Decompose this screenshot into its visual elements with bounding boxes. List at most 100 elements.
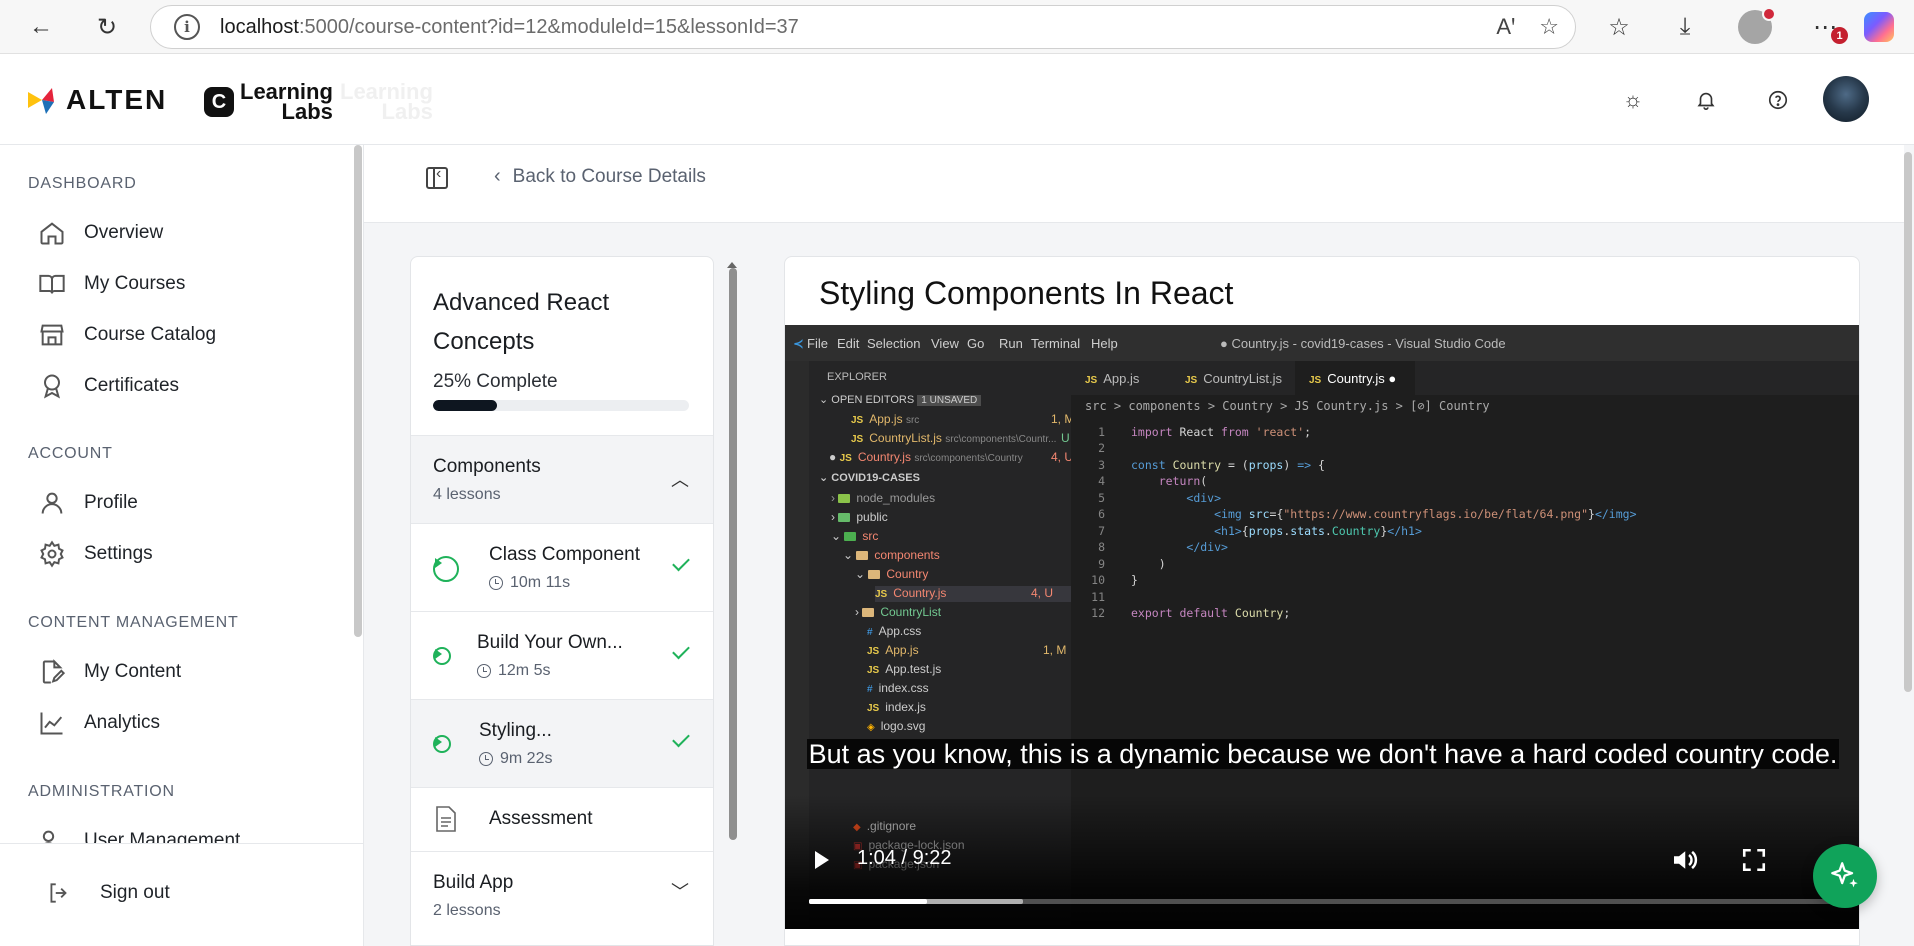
lesson-item[interactable]: Build Your Own... 12m 5s: [411, 611, 713, 699]
vscode-window-title: ● Country.js - covid19-cases - Visual St…: [1220, 336, 1506, 351]
signout-area: Sign out: [0, 843, 363, 946]
user-avatar[interactable]: [1823, 76, 1869, 122]
sidebar-item-my-courses[interactable]: My Courses: [38, 267, 185, 301]
sidebar-item-label: My Courses: [84, 273, 186, 294]
clock-icon: [479, 752, 493, 766]
module-build-app[interactable]: Build App 2 lessons ﹀: [411, 851, 713, 939]
sidebar-item-certificates[interactable]: Certificates: [38, 369, 179, 403]
play-circle-icon: [433, 556, 459, 582]
check-icon: [672, 553, 690, 572]
help-icon[interactable]: [1762, 84, 1794, 116]
learning-labs-mark-icon: C: [204, 87, 234, 117]
clock-icon: [477, 664, 491, 678]
lesson-item-assessment[interactable]: Assessment: [411, 787, 713, 851]
sidebar-item-label: Analytics: [84, 712, 161, 733]
section-administration: ADMINISTRATION: [28, 783, 175, 800]
sidebar-item-course-catalog[interactable]: Course Catalog: [38, 318, 216, 352]
sidebar-item-label: Settings: [84, 543, 153, 564]
video-seek-bar[interactable]: [809, 899, 1845, 904]
vscode-tab: JS App.js: [1085, 371, 1140, 386]
sidebar-item-overview[interactable]: Overview: [38, 216, 163, 250]
sidebar-scrollbar[interactable]: [354, 145, 362, 637]
lesson-title-heading: Styling Components In React: [819, 275, 1234, 311]
lesson-duration: 12m 5s: [477, 662, 550, 680]
brand-name: ALTEN: [66, 84, 168, 115]
theme-toggle-sun-icon[interactable]: ☼: [1617, 84, 1649, 116]
video-progress: [809, 899, 928, 904]
book-icon: [39, 274, 65, 294]
notifications-bell-icon[interactable]: [1690, 84, 1722, 116]
favorite-star-icon[interactable]: ☆: [1539, 14, 1559, 40]
sign-out-button[interactable]: Sign out: [46, 880, 170, 906]
sidebar-item-settings[interactable]: Settings: [38, 537, 153, 571]
gear-icon: [40, 540, 64, 568]
logo-ghost: Learning Labs: [340, 79, 433, 124]
profile-button[interactable]: [1736, 7, 1776, 46]
sidebar-item-label: My Content: [84, 661, 182, 682]
sidebar-item-label: Course Catalog: [84, 324, 217, 345]
refresh-icon[interactable]: ↻: [88, 8, 126, 46]
course-progress-bar: [433, 400, 689, 411]
sidebar-item-label: Certificates: [84, 375, 180, 396]
play-circle-icon: [433, 647, 451, 665]
module-lesson-count: 2 lessons: [433, 902, 501, 919]
sidebar-item-label: Profile: [84, 492, 138, 513]
sidebar: DASHBOARD Overview My Courses Course Cat…: [0, 145, 364, 946]
lesson-title: Assessment: [489, 808, 593, 829]
chevron-left-icon: ‹: [494, 165, 501, 187]
lesson-video-card: Styling Components In React ≺ File Edit …: [784, 256, 1860, 946]
award-icon: [43, 374, 61, 399]
lesson-item-active[interactable]: Styling... 9m 22s: [411, 699, 713, 787]
file-edit-icon: [42, 659, 66, 684]
clock-icon: [489, 576, 503, 590]
check-icon: [672, 641, 690, 660]
app-header: ALTEN C Learning Labs Learning Labs ☼: [0, 54, 1914, 145]
lesson-duration: 10m 11s: [489, 574, 570, 592]
chart-line-icon: [40, 712, 63, 735]
module-components[interactable]: Components 4 lessons ︿: [411, 435, 713, 523]
vscode-breadcrumb: src > components > Country > JS Country.…: [1085, 399, 1490, 413]
section-content-management: CONTENT MANAGEMENT: [28, 614, 239, 631]
sidebar-item-profile[interactable]: Profile: [38, 486, 138, 520]
sidebar-item-analytics[interactable]: Analytics: [38, 706, 160, 740]
log-out-icon: [50, 883, 67, 903]
url-text: localhost:5000/course-content?id=12&modu…: [220, 15, 799, 38]
lesson-item[interactable]: Class Component 10m 11s: [411, 523, 713, 611]
course-progress-fill: [433, 400, 497, 411]
read-aloud-icon[interactable]: Aꞌ: [1496, 14, 1515, 40]
alten-logo[interactable]: ALTEN: [26, 84, 167, 116]
more-menu-icon[interactable]: ⋯ 1: [1806, 8, 1848, 46]
browser-toolbar: ← ↻ i localhost:5000/course-content?id=1…: [0, 0, 1914, 54]
back-to-course-link[interactable]: ‹ Back to Course Details: [494, 165, 706, 188]
sidebar-collapse-icon[interactable]: [426, 165, 448, 189]
back-arrow-icon[interactable]: ←: [22, 8, 60, 46]
lesson-duration: 9m 22s: [479, 750, 552, 768]
ai-assistant-button[interactable]: [1813, 844, 1877, 908]
sidebar-item-label: Overview: [84, 222, 164, 243]
vscode-menubar: ≺ File Edit Selection View Go Run Termin…: [785, 325, 1859, 361]
downloads-icon[interactable]: ⤓: [1666, 8, 1704, 46]
copilot-icon[interactable]: [1860, 8, 1898, 46]
content-toolbar: ‹ Back to Course Details: [364, 145, 1904, 223]
favorites-icon[interactable]: ☆: [1600, 8, 1638, 46]
volume-icon[interactable]: [1669, 845, 1699, 875]
main-scrollbar[interactable]: [1904, 152, 1912, 692]
home-icon: [40, 222, 64, 245]
document-icon: [436, 806, 456, 832]
chevron-down-icon: ﹀: [671, 882, 689, 902]
course-progress-label: 25% Complete: [433, 371, 558, 392]
profile-avatar: [1738, 7, 1776, 44]
fullscreen-icon[interactable]: [1741, 847, 1767, 873]
address-bar[interactable]: i localhost:5000/course-content?id=12&mo…: [150, 5, 1576, 49]
video-player[interactable]: ≺ File Edit Selection View Go Run Termin…: [785, 325, 1859, 929]
lesson-title: Build Your Own...: [477, 632, 623, 653]
play-icon[interactable]: [815, 851, 829, 869]
learning-labs-logo[interactable]: C Learning Labs: [204, 81, 333, 123]
sidebar-item-my-content[interactable]: My Content: [38, 655, 181, 689]
section-dashboard: DASHBOARD: [28, 175, 137, 192]
module-title: Components: [433, 456, 541, 477]
course-outline-panel: Advanced React Concepts 25% Complete Com…: [410, 256, 714, 946]
course-panel-scrollbar[interactable]: [729, 268, 737, 840]
site-info-icon[interactable]: i: [174, 14, 200, 40]
check-icon: [672, 729, 690, 748]
